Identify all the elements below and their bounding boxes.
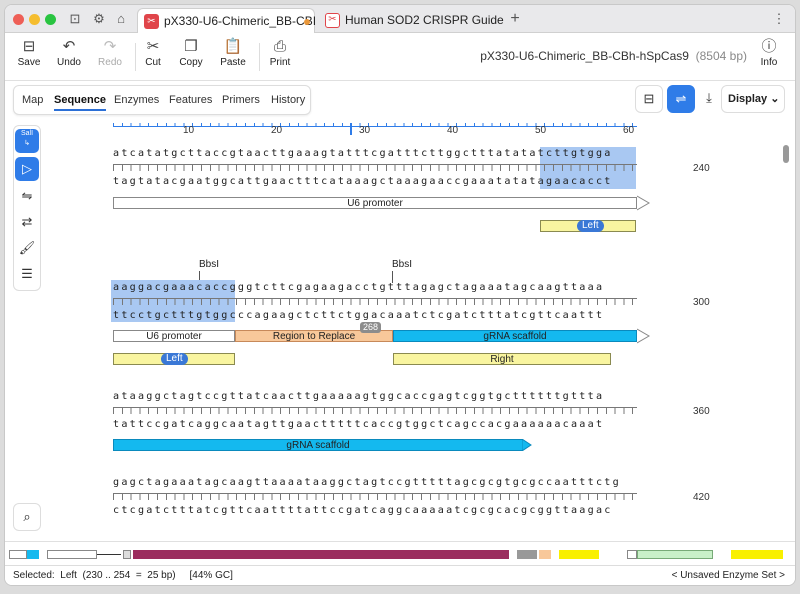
feature-label: gRNA scaffold [286,440,350,451]
overview-feature [627,550,637,559]
sequence-top-strand[interactable]: aaggacgaaacaccgggtcttcgagaagacctgtttagag… [113,282,604,293]
enzyme-set-link[interactable]: < Unsaved Enzyme Set > [672,566,785,585]
strand-ticks [113,407,637,414]
overview-feature [559,550,599,559]
feature-grna-scaffold[interactable]: gRNA scaffold [393,330,637,342]
sequence-view[interactable]: atcatatgcttaccgtaacttgaaagtatttcgatttctt… [5,5,777,539]
overview-backbone [97,554,121,555]
primer-right[interactable]: Right [393,353,611,365]
feature-label: U6 promoter [347,198,403,209]
overview-feature [637,550,713,559]
sequence-top-strand[interactable]: gagctagaaatagcaagttaaaataaggctagtccgtttt… [113,477,621,488]
feature-arrow-icon [637,328,650,344]
strand-ticks [113,493,637,500]
row-number: 420 [693,492,710,503]
feature-label: gRNA scaffold [483,331,547,342]
feature-label: U6 promoter [146,331,202,342]
overview-feature [123,550,131,559]
sequence-bottom-strand[interactable]: tagtatacgaatggcattgaactttcataaagctaaagaa… [113,176,613,187]
vertical-scrollbar[interactable] [779,119,793,539]
strand-ticks [113,298,637,305]
primer-label: Left [577,220,604,232]
row-number: 300 [693,297,710,308]
feature-label: Region to Replace [272,331,356,342]
sequence-bottom-strand[interactable]: ttcctgctttgtggcccagaagctcttctggacaaatctc… [113,310,604,321]
sequence-bottom-strand[interactable]: ctcgatctttatcgttcaattttattccgatcaggcaaaa… [113,505,613,516]
position-badge: 268 [360,322,382,333]
sequence-top-strand[interactable]: ataaggctagtccgttatcaacttgaaaaagtggcaccga… [113,391,604,402]
feature-u6-promoter[interactable]: U6 promoter [113,197,637,209]
feature-grna-scaffold[interactable]: gRNA scaffold [113,439,523,451]
row-number: 240 [693,163,710,174]
status-bar: Selected: Left (230 .. 254 = 25 bp) [44%… [5,565,795,585]
primer-label: Left [161,353,188,365]
strand-ticks [113,164,637,171]
feature-arrow-icon [637,195,650,211]
feature-u6-promoter[interactable]: U6 promoter [113,330,235,342]
selection-status: Selected: Left (230 .. 254 = 25 bp) [44%… [13,570,233,581]
overview-feature [9,550,27,559]
overview-cas9 [133,550,509,559]
cut-site-bbsi[interactable]: BbsI [199,259,219,270]
overview-feature [47,550,97,559]
feature-arrow-icon [522,439,532,451]
cut-site-bbsi[interactable]: BbsI [392,259,412,270]
overview-feature [731,550,783,559]
row-number: 360 [693,406,710,417]
sequence-bottom-strand[interactable]: tattccgatcaggcaatagttgaactttttcaccgtggct… [113,419,604,430]
sequence-top-strand[interactable]: atcatatgcttaccgtaacttgaaagtatttcgatttctt… [113,148,613,159]
overview-feature [27,550,39,559]
sequence-overview-map[interactable] [5,541,795,565]
overview-feature [539,550,551,559]
scrollbar-thumb[interactable] [783,145,789,163]
primer-label: Right [490,354,514,365]
overview-feature [517,550,537,559]
app-window: ⊡ ⚙ ⌂ ✂ pX330-U6-Chimeric_BB-CBI ✂ Human… [4,4,796,586]
